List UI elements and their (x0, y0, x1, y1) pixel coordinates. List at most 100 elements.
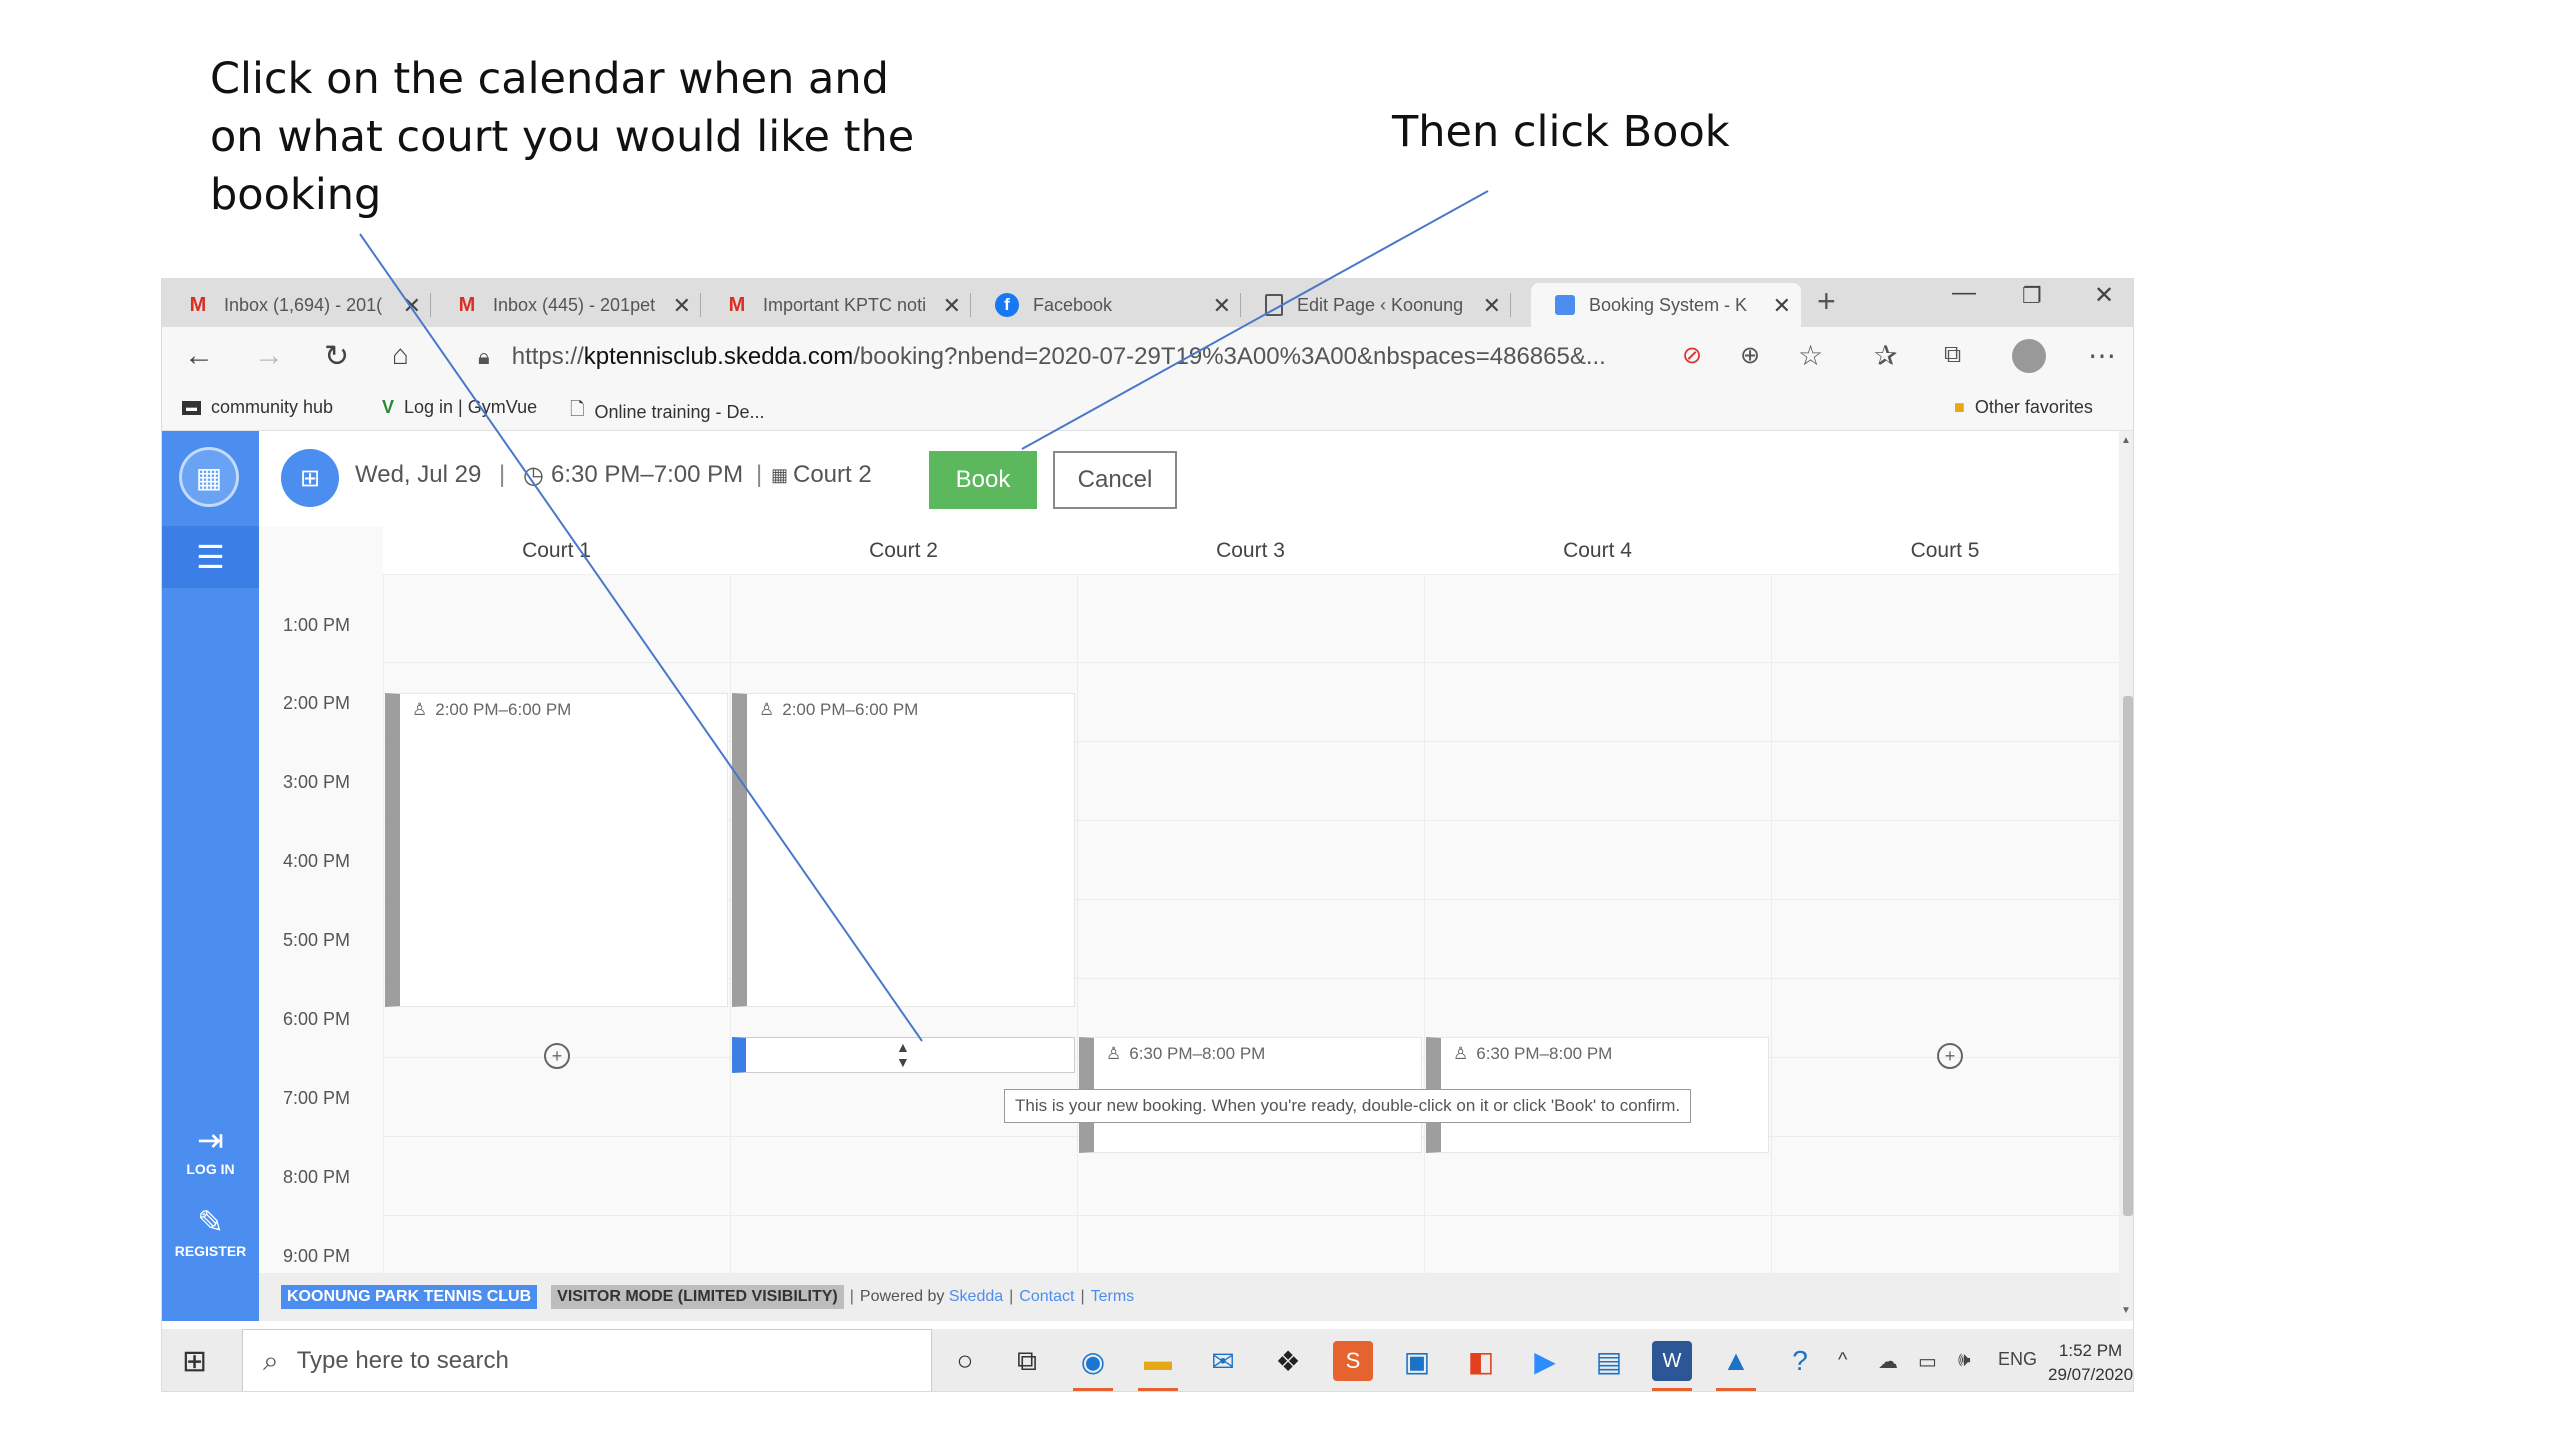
bookmark-gymvue[interactable]: V Log in | GymVue (382, 397, 537, 418)
url-prefix: https:// (511, 343, 584, 370)
person-icon: ♙ (1106, 1044, 1122, 1063)
bookmark-icon: ▬ (182, 400, 201, 415)
refresh-icon[interactable]: ↻ (324, 339, 349, 374)
clock[interactable]: 1:52 PM 29/07/2020 (2048, 1339, 2133, 1387)
resize-handle-icon[interactable]: ▲ ▼ (896, 1040, 910, 1070)
folder-icon: ■ (1954, 397, 1965, 417)
close-icon[interactable]: ✕ (403, 293, 421, 319)
back-icon[interactable]: ← (184, 339, 214, 373)
taskbar-search-placeholder: Type here to search (296, 1347, 509, 1374)
close-icon[interactable]: ✕ (943, 293, 961, 319)
new-booking-slot[interactable]: ▲ ▼ (732, 1037, 1075, 1073)
add-booking-icon[interactable]: + (544, 1043, 570, 1069)
calendar-view-icon[interactable]: ▦ (179, 447, 239, 507)
file-explorer-icon[interactable]: ▬ (1138, 1341, 1178, 1391)
close-icon[interactable]: ✕ (1213, 293, 1231, 319)
windows-start-icon[interactable]: ⊞ (182, 1344, 207, 1379)
cancel-button[interactable]: Cancel (1053, 451, 1177, 509)
bookmark-label: community hub (211, 397, 334, 417)
other-favorites[interactable]: ■ Other favorites (1954, 397, 2093, 418)
favorites-icon[interactable]: ✰ (1874, 339, 1897, 372)
address-bar[interactable]: 🔒︎ https://kptennisclub.skedda.com/booki… (464, 335, 1804, 379)
task-view-icon[interactable]: ⧉ (1007, 1341, 1047, 1381)
volume-icon[interactable]: 🕪︎ (1958, 1349, 1971, 1372)
mail-icon[interactable]: ✉ (1203, 1341, 1243, 1381)
grid-line (1424, 527, 1425, 1321)
tab-inbox-2[interactable]: M Inbox (445) - 201pet ✕ (431, 283, 701, 327)
time-label: 9:00 PM (283, 1246, 351, 1266)
close-icon[interactable]: ✕ (673, 293, 691, 319)
book-button[interactable]: Book (929, 451, 1037, 509)
calendar-app-icon[interactable]: ▤ (1589, 1341, 1629, 1381)
time-label: 6:00 PM (283, 1009, 351, 1029)
bookmark-community-hub[interactable]: ▬ community hub (182, 397, 333, 418)
onedrive-icon[interactable]: ☁ (1878, 1349, 1898, 1374)
star-icon[interactable]: ☆ (1798, 339, 1823, 372)
other-favorites-label: Other favorites (1974, 397, 2093, 417)
home-icon[interactable]: ⌂ (392, 339, 409, 371)
booking-court-1[interactable]: ♙ 2:00 PM–6:00 PM (385, 693, 728, 1007)
contact-link[interactable]: Contact (1019, 1288, 1074, 1306)
office-icon[interactable]: ◧ (1461, 1341, 1501, 1381)
add-booking-icon[interactable]: + (1937, 1043, 1963, 1069)
separator: | (756, 461, 763, 488)
collections-icon[interactable]: ⧉ (1944, 341, 1961, 369)
grid-line (1771, 527, 1772, 1321)
skedda-link[interactable]: Skedda (949, 1288, 1003, 1306)
booking-time-label: 6:30 PM–8:00 PM (1476, 1044, 1613, 1063)
time-label: 5:00 PM (283, 930, 351, 950)
language-indicator[interactable]: ENG (1998, 1349, 2037, 1370)
facebook-icon: f (995, 293, 1019, 317)
taskbar-search[interactable]: ⌕ Type here to search (242, 1329, 932, 1391)
booking-court-2[interactable]: ♙ 2:00 PM–6:00 PM (732, 693, 1075, 1007)
tab-inbox-1[interactable]: M Inbox (1,694) - 201( ✕ (162, 283, 431, 327)
court-header: Court 1 (383, 527, 730, 575)
register-button[interactable]: ✎ REGISTER (162, 1203, 259, 1259)
scrollbar[interactable]: ▲ ▼ (2119, 431, 2133, 1321)
tracking-blocked-icon[interactable]: ⊘ (1682, 341, 1702, 370)
sublime-icon[interactable]: S (1333, 1341, 1373, 1381)
window-close-icon[interactable]: ✕ (2094, 281, 2114, 310)
clock-date: 29/07/2020 (2048, 1365, 2134, 1384)
login-button[interactable]: ⇥ LOG IN (162, 1121, 259, 1177)
new-tab-icon[interactable]: + (1817, 283, 1836, 320)
zoom-icon[interactable]: ▶ (1525, 1341, 1565, 1381)
scroll-up-icon[interactable]: ▲ (2121, 435, 2131, 446)
help-icon[interactable]: ? (1780, 1341, 1820, 1381)
add-icon[interactable]: ⊕ (1740, 341, 1760, 370)
tab-facebook[interactable]: f Facebook ✕ (971, 283, 1241, 327)
terms-link[interactable]: Terms (1091, 1288, 1135, 1306)
cortana-icon[interactable]: ○ (945, 1341, 985, 1381)
close-icon[interactable]: ✕ (1483, 293, 1501, 319)
chevron-up-icon[interactable]: ^ (1838, 1349, 1847, 1372)
close-icon[interactable]: ✕ (1773, 293, 1791, 319)
person-icon: ♙ (1453, 1044, 1469, 1063)
scroll-thumb[interactable] (2123, 696, 2133, 1216)
forward-icon[interactable]: → (254, 339, 284, 373)
minimize-icon[interactable]: — (1952, 279, 1976, 307)
photos-icon[interactable]: ▲ (1716, 1341, 1756, 1391)
bookmark-online-training[interactable]: 🗋 Online training - De... (570, 397, 765, 427)
tab-important-kptc[interactable]: M Important KPTC noti ✕ (701, 283, 971, 327)
scroll-down-icon[interactable]: ▼ (2121, 1305, 2131, 1316)
battery-icon[interactable]: ▭ (1918, 1349, 1937, 1374)
restore-icon[interactable]: ❐ (2022, 283, 2042, 309)
footer-bar: KOONUNG PARK TENNIS CLUB VISITOR MODE (L… (259, 1273, 2119, 1321)
word-icon[interactable]: W (1652, 1341, 1692, 1391)
edge-icon[interactable]: ◉ (1073, 1341, 1113, 1391)
window-app-icon[interactable]: ▣ (1397, 1341, 1437, 1381)
tab-booking-system[interactable]: Booking System - K ✕ (1531, 283, 1801, 327)
calendar-grid[interactable]: Court 1 Court 2 Court 3 Court 4 Court 5 … (259, 527, 2119, 1321)
time-label: 8:00 PM (283, 1167, 351, 1187)
annotation-left: Click on the calendar when and on what c… (210, 54, 915, 220)
profile-avatar[interactable] (2012, 339, 2046, 373)
booking-time-label: 6:30 PM–8:00 PM (1129, 1044, 1266, 1063)
court-header: Court 2 (730, 527, 1077, 575)
dropbox-icon[interactable]: ❖ (1268, 1341, 1308, 1381)
court-header: Court 4 (1424, 527, 1771, 575)
person-icon: ♙ (759, 700, 775, 719)
menu-icon[interactable]: ⋯ (2088, 339, 2116, 372)
tab-edit-page[interactable]: Edit Page ‹ Koonung ✕ (1241, 283, 1511, 327)
court-header: Court 5 (1771, 527, 2119, 575)
list-view-icon[interactable]: ☰ (162, 526, 259, 588)
